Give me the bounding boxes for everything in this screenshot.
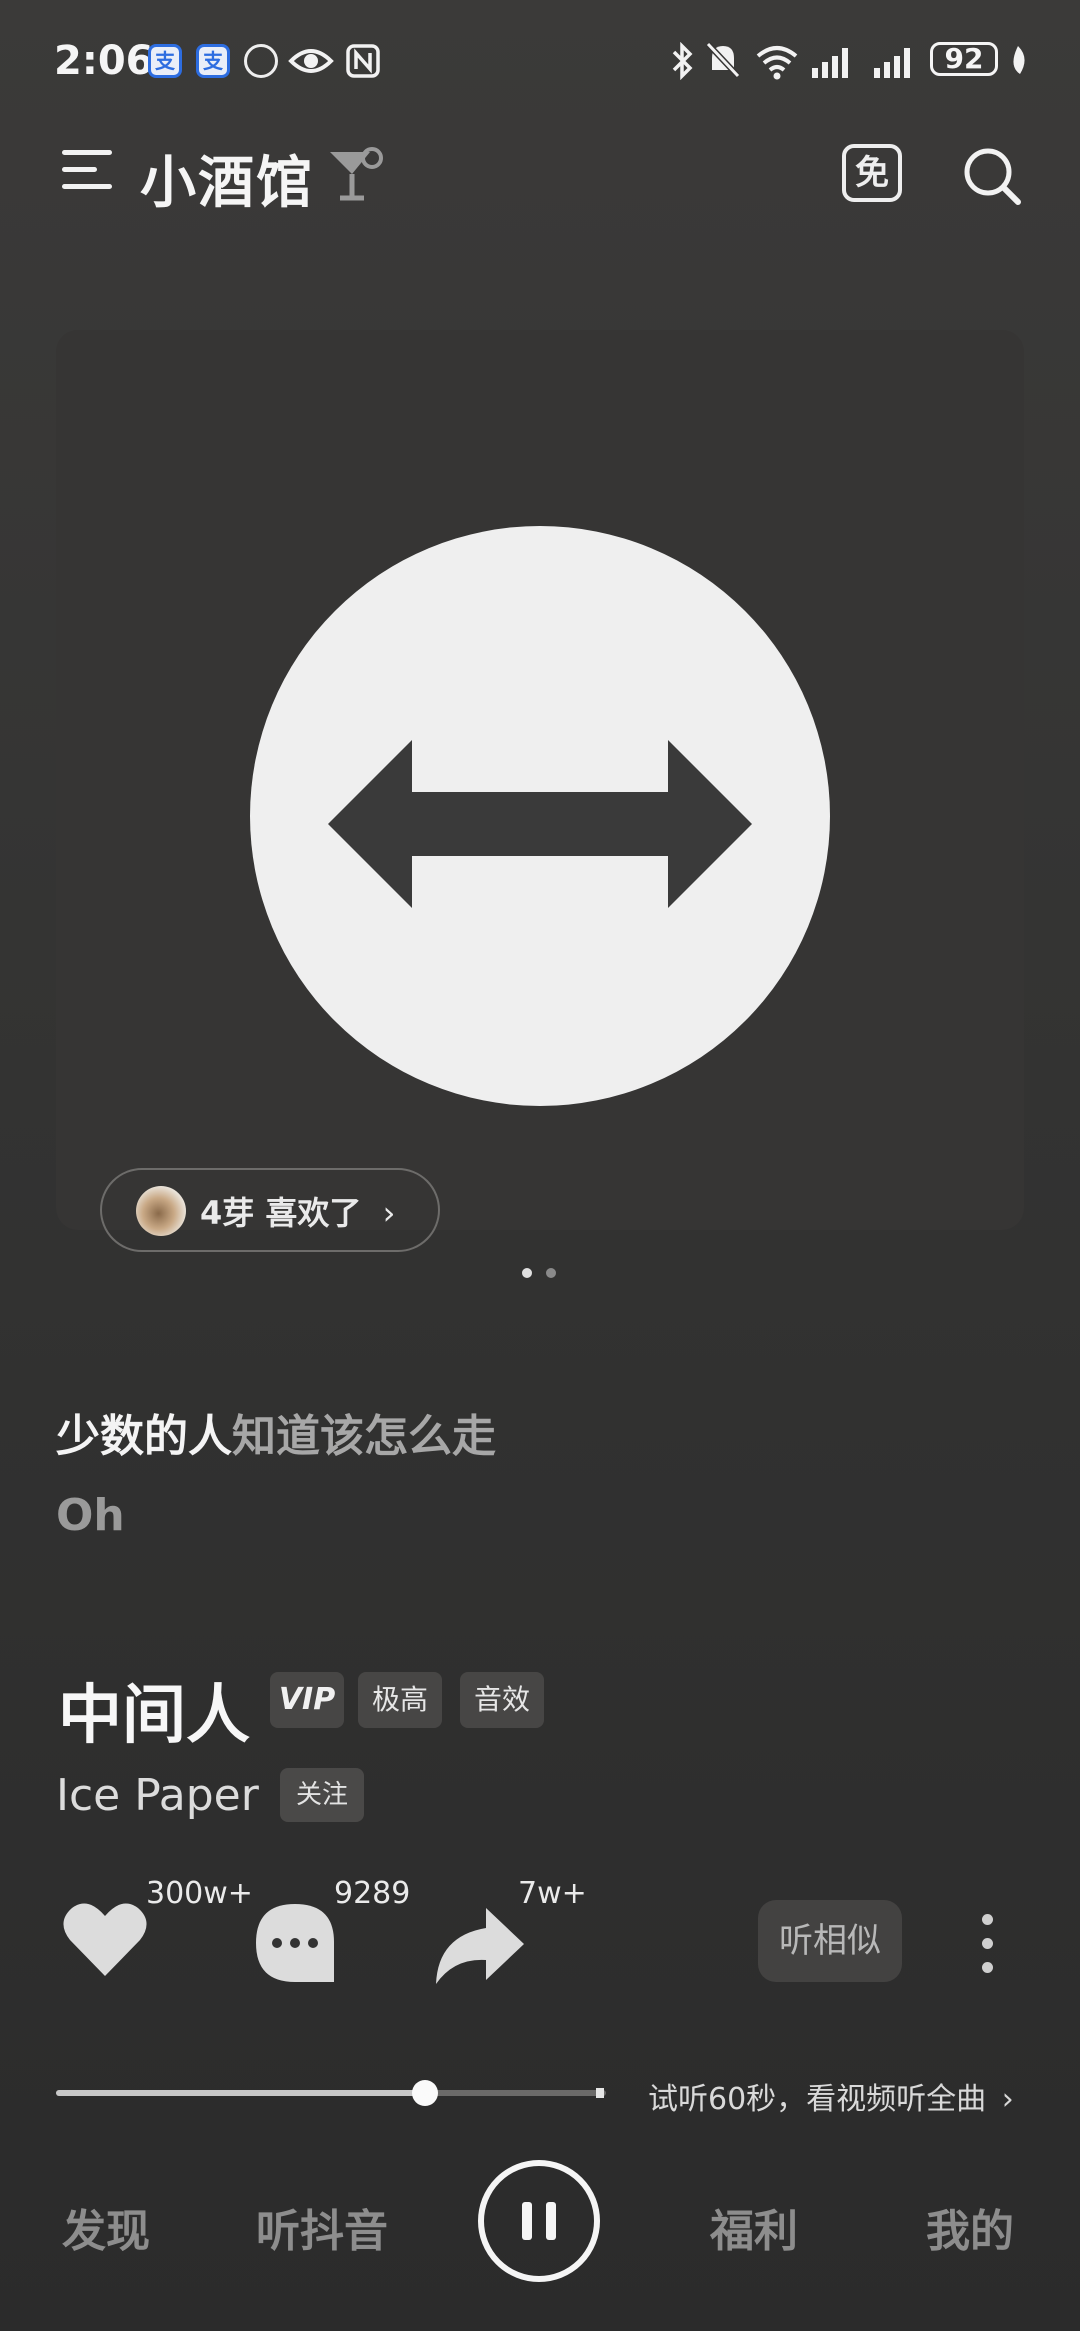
share-count: 7w+	[518, 1876, 587, 1911]
share-button[interactable]	[434, 1906, 526, 1988]
brand-title[interactable]: 小酒馆	[140, 138, 314, 219]
pause-button[interactable]	[478, 2160, 600, 2282]
more-options-icon[interactable]	[982, 1914, 996, 1986]
trial-end-marker	[596, 2088, 604, 2098]
liked-by-text: 4芽 喜欢了	[200, 1194, 362, 1232]
page-dot	[546, 1268, 556, 1278]
alipay-icon: 支	[148, 44, 182, 78]
brand-label: 小酒馆	[140, 151, 314, 216]
trial-notice-link[interactable]: 试听60秒，看视频听全曲 ›	[648, 2074, 1014, 2118]
lyric-current-sung: 少数的人	[56, 1411, 232, 1462]
tab-mine[interactable]: 我的	[926, 2195, 1014, 2259]
chevron-right-icon: ›	[382, 1194, 396, 1232]
leaf-icon	[1013, 46, 1025, 74]
quality-tag[interactable]: 极高	[358, 1672, 442, 1728]
tab-welfare[interactable]: 福利	[710, 2195, 798, 2259]
like-button[interactable]	[62, 1900, 152, 1984]
free-mode-button[interactable]: 免	[842, 144, 902, 202]
tab-discover[interactable]: 发现	[62, 2195, 150, 2259]
share-icon	[436, 1908, 524, 1984]
app-icon	[244, 44, 278, 78]
listen-similar-button[interactable]: 听相似	[758, 1900, 902, 1982]
progress-thumb[interactable]	[411, 2080, 438, 2106]
chevron-right-icon: ›	[1001, 2082, 1014, 2117]
follow-button[interactable]: 关注	[280, 1768, 364, 1822]
comment-button[interactable]	[254, 1902, 338, 1986]
trial-notice-text: 试听60秒，看视频听全曲	[648, 2082, 987, 2117]
tab-douyin[interactable]: 听抖音	[256, 2195, 388, 2259]
vip-tag[interactable]: VIP	[270, 1672, 344, 1728]
lyric-next[interactable]: Oh	[56, 1490, 125, 1541]
status-time: 2:06	[54, 38, 154, 84]
menu-icon[interactable]	[62, 150, 112, 194]
artist-name[interactable]: Ice Paper	[56, 1770, 259, 1821]
album-cover-art	[250, 526, 830, 1106]
swap-arrows-icon	[328, 740, 752, 908]
avatar	[136, 1186, 186, 1236]
lyric-current-unsung: 知道该怎么走	[232, 1411, 496, 1462]
search-icon[interactable]	[962, 146, 1022, 206]
liked-by-pill[interactable]: 4芽 喜欢了 ›	[100, 1168, 440, 1252]
alipay-icon: 支	[196, 44, 230, 78]
comment-count: 9289	[334, 1876, 411, 1911]
like-count: 300w+	[146, 1876, 253, 1911]
page-dot-active	[522, 1268, 532, 1278]
wifi-icon	[756, 46, 798, 80]
sound-effect-tag[interactable]: 音效	[460, 1672, 544, 1728]
battery-level: 92	[930, 42, 998, 76]
mute-icon	[705, 41, 741, 79]
progress-fill	[56, 2090, 425, 2096]
comment-icon	[256, 1904, 334, 1982]
progress-bar[interactable]	[56, 2090, 606, 2096]
pause-icon-bar	[546, 2202, 556, 2240]
pause-icon	[522, 2202, 532, 2240]
signal-icon	[812, 48, 848, 78]
heart-icon	[63, 1903, 147, 1976]
nfc-icon	[346, 44, 380, 78]
lyric-current[interactable]: 少数的人知道该怎么走	[56, 1400, 496, 1464]
signal-icon	[874, 48, 910, 78]
bluetooth-icon	[672, 42, 693, 80]
cocktail-icon	[330, 147, 383, 201]
song-title: 中间人	[58, 1679, 250, 1753]
eye-icon	[288, 49, 334, 73]
